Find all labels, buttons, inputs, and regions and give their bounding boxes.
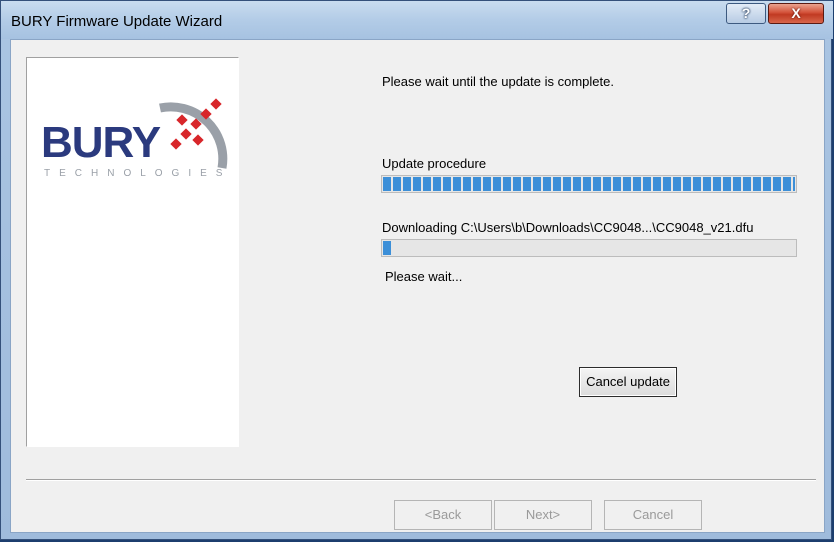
- download-progress-bar: [381, 239, 797, 257]
- download-label: Downloading C:\Users\b\Downloads\CC9048.…: [382, 220, 754, 235]
- footer-separator: [26, 479, 816, 481]
- procedure-progress-bar: [381, 175, 797, 193]
- logo-panel: BURY TECHNOLOGIES: [26, 57, 239, 447]
- close-button[interactable]: X: [768, 3, 824, 24]
- close-icon: X: [791, 5, 801, 21]
- title-bar[interactable]: BURY Firmware Update Wizard ? X: [1, 1, 833, 39]
- procedure-label: Update procedure: [382, 156, 487, 171]
- download-progress-fill: [383, 241, 393, 255]
- cancel-update-button[interactable]: Cancel update: [579, 367, 677, 397]
- wait-message: Please wait until the update is complete…: [382, 74, 614, 89]
- procedure-progress-fill: [383, 177, 795, 191]
- logo-tagline: TECHNOLOGIES: [44, 168, 232, 179]
- wizard-body: BURY TECHNOLOGIES Please wait until the …: [10, 39, 825, 533]
- back-button[interactable]: <Back: [394, 500, 492, 530]
- cancel-button[interactable]: Cancel: [604, 500, 702, 530]
- status-text: Please wait...: [385, 269, 463, 284]
- bury-logo-mark-icon: [159, 98, 228, 169]
- next-button[interactable]: Next>: [494, 500, 592, 530]
- window-title: BURY Firmware Update Wizard: [11, 13, 223, 30]
- help-icon: ?: [741, 5, 751, 21]
- wizard-window: BURY Firmware Update Wizard ? X BURY TEC…: [0, 0, 833, 540]
- help-button[interactable]: ?: [726, 3, 766, 24]
